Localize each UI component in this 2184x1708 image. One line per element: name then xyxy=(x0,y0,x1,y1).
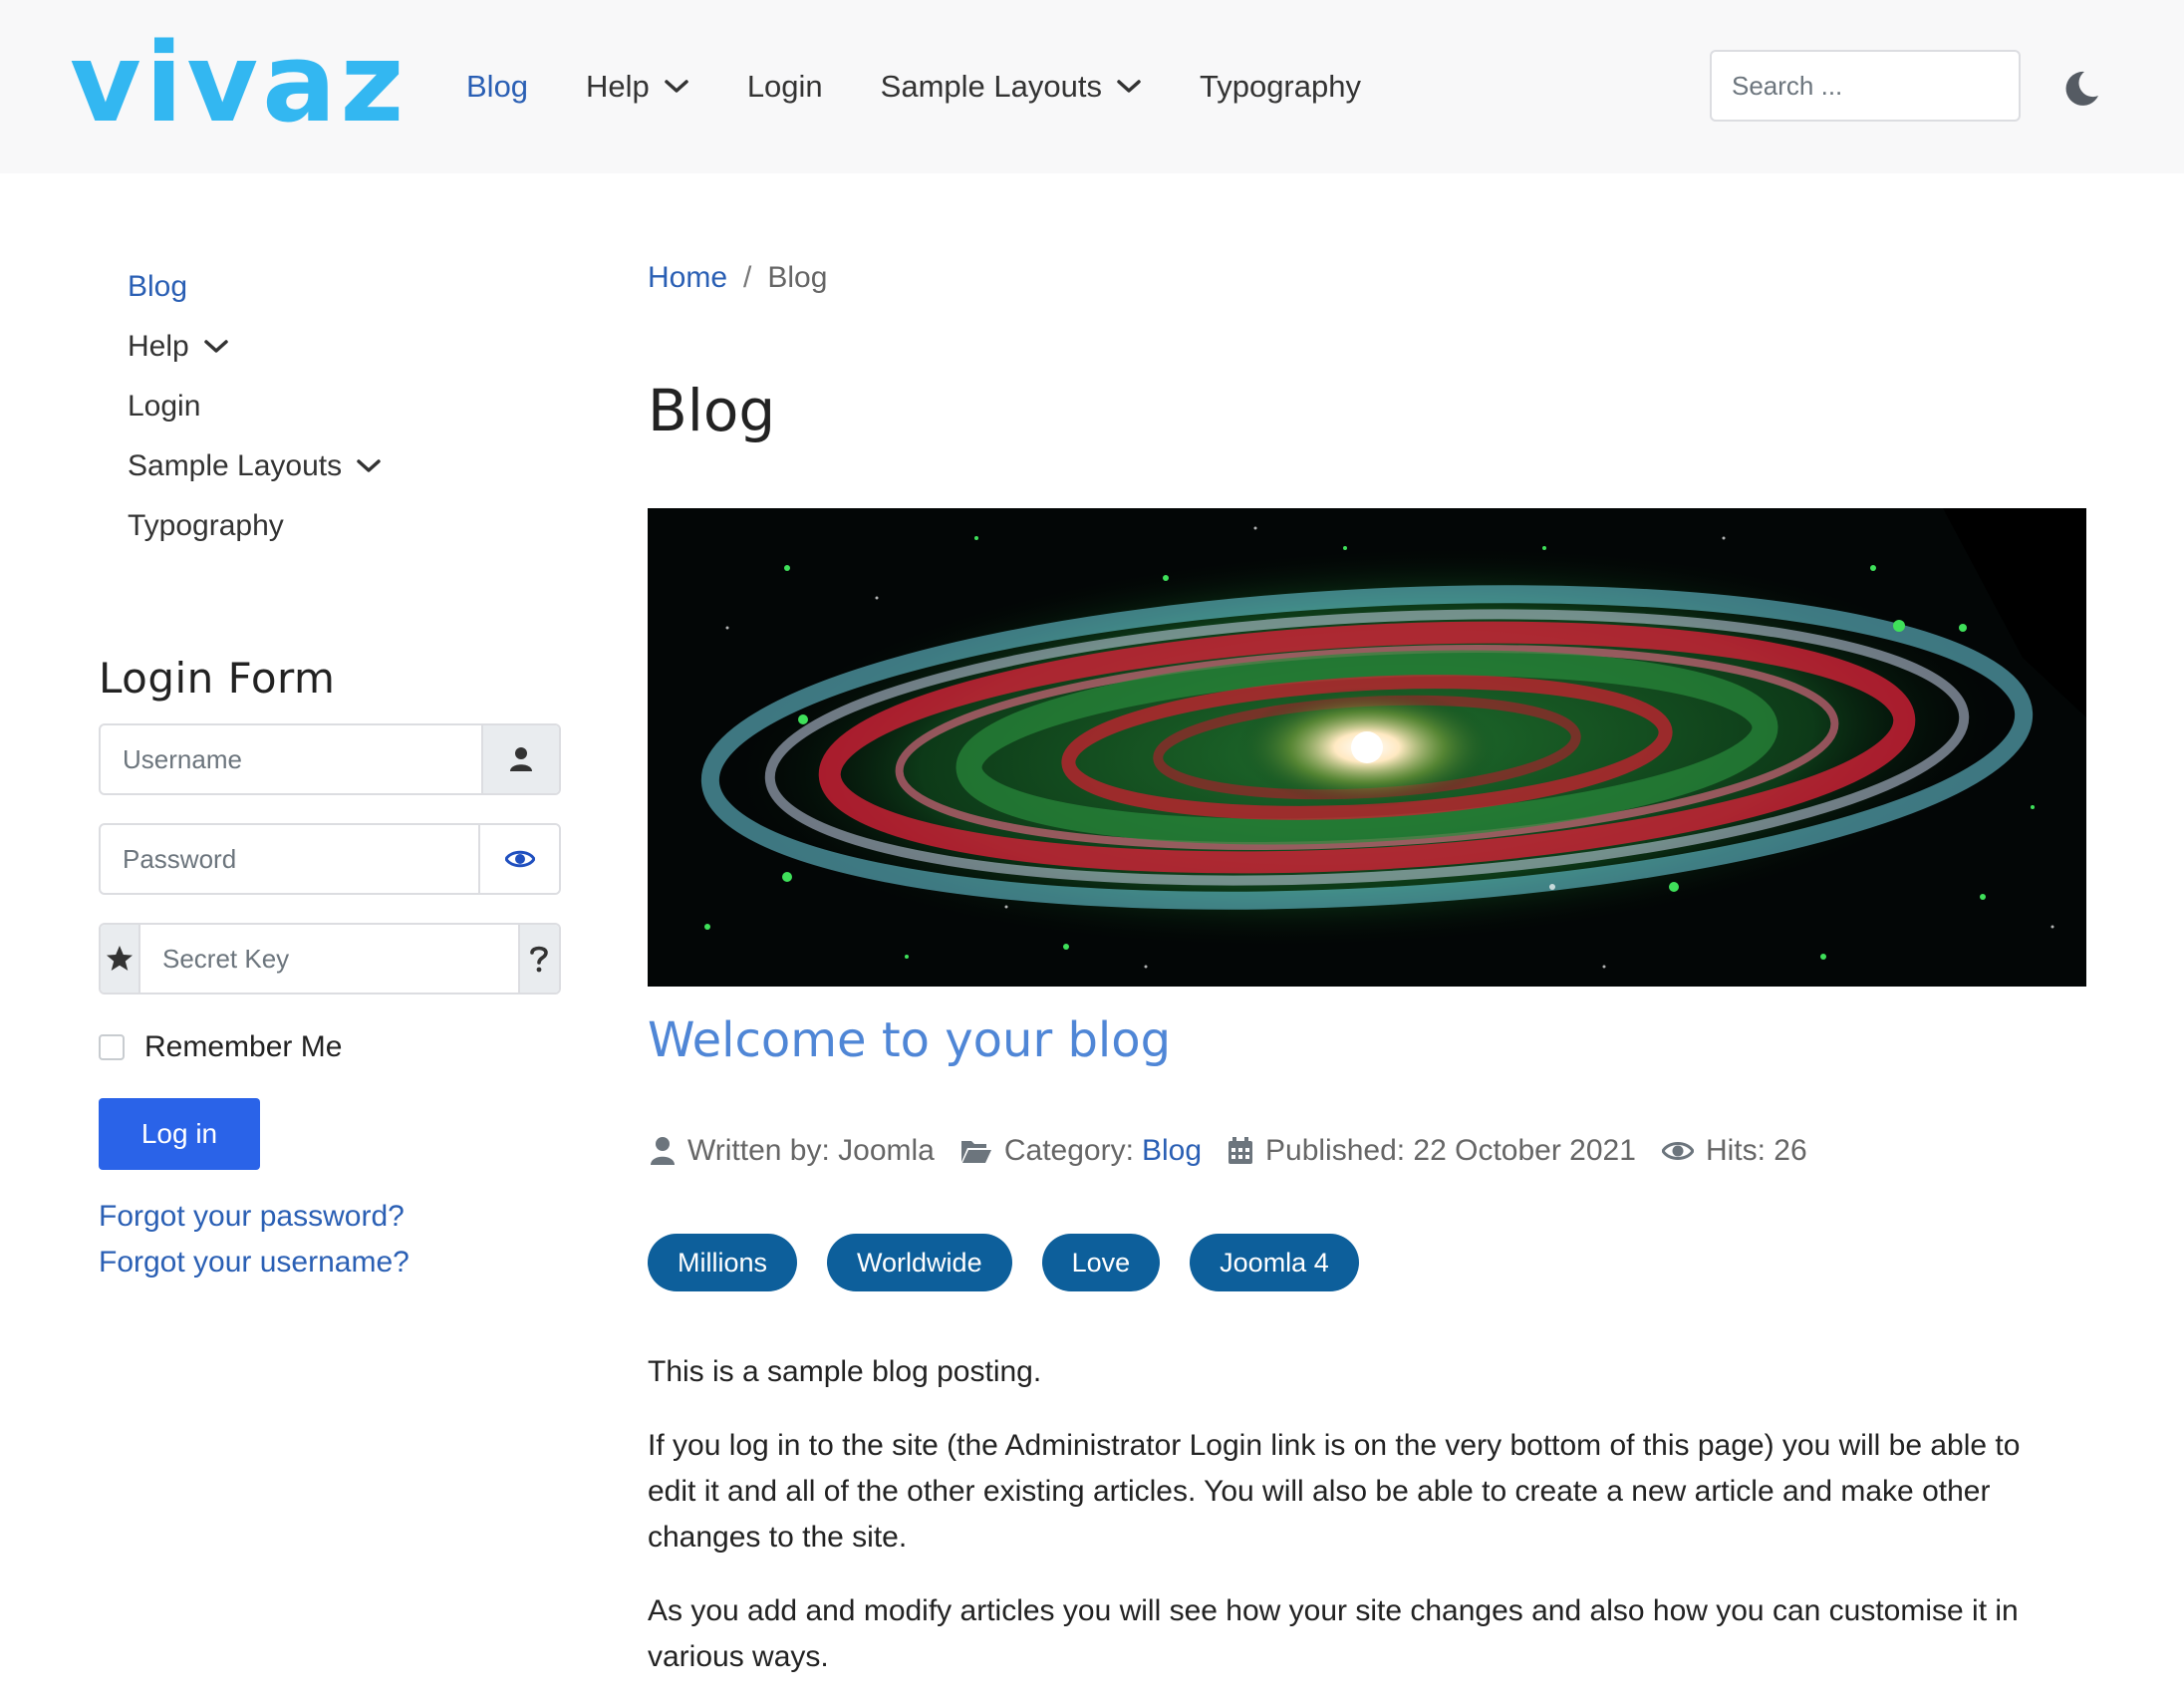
breadcrumb-current: Blog xyxy=(767,261,828,294)
star-icon xyxy=(106,946,133,971)
sidebar-item-label: Blog xyxy=(128,270,188,303)
chevron-down-icon xyxy=(1117,80,1141,93)
sidebar-item-login[interactable]: Login xyxy=(128,377,382,436)
show-password-button[interactable] xyxy=(478,825,559,893)
sidebar-item-blog[interactable]: Blog xyxy=(128,257,382,317)
question-icon xyxy=(530,946,549,973)
meta-published-text: Published: 22 October 2021 xyxy=(1265,1134,1636,1167)
forgot-username-link[interactable]: Forgot your username? xyxy=(99,1246,410,1280)
user-icon-addon xyxy=(481,725,559,793)
article-paragraph: As you add and modify articles you will … xyxy=(648,1594,2019,1673)
sidebar-item-help[interactable]: Help xyxy=(128,317,382,377)
site-header: vivaz Blog Help Login Sample Layouts Typ… xyxy=(0,0,2184,173)
tag-worldwide[interactable]: Worldwide xyxy=(827,1234,1012,1291)
remember-me-checkbox[interactable] xyxy=(99,1034,125,1060)
article-tags: Millions Worldwide Love Joomla 4 xyxy=(648,1234,1389,1291)
chevron-down-icon xyxy=(357,459,381,472)
sidebar-menu: Blog Help Login Sample Layouts Typograph… xyxy=(128,257,382,556)
user-icon xyxy=(651,1137,675,1165)
sidebar-item-typography[interactable]: Typography xyxy=(128,496,382,556)
chevron-down-icon xyxy=(203,340,228,353)
nav-item-label: Blog xyxy=(466,69,529,104)
meta-hits-text: Hits: 26 xyxy=(1705,1134,1807,1167)
meta-category-label: Category: xyxy=(1003,1134,1134,1167)
username-field-group xyxy=(99,723,561,795)
sidebar-item-label: Typography xyxy=(128,509,284,542)
meta-author: Written by: Joomla xyxy=(650,1134,935,1168)
article-paragraph: This is a sample blog posting. xyxy=(648,1355,1042,1388)
article-body: This is a sample blog posting. If you lo… xyxy=(648,1349,2062,1708)
nav-item-login[interactable]: Login xyxy=(747,69,823,105)
login-button[interactable]: Log in xyxy=(99,1098,260,1170)
site-logo[interactable]: vivaz xyxy=(70,28,408,138)
tag-joomla-4[interactable]: Joomla 4 xyxy=(1190,1234,1359,1291)
remember-me-label: Remember Me xyxy=(144,1030,343,1063)
secret-key-field-group xyxy=(99,923,561,995)
nav-item-blog[interactable]: Blog xyxy=(466,69,528,105)
meta-category-link[interactable]: Blog xyxy=(1142,1134,1202,1168)
eye-icon xyxy=(1661,1142,1694,1160)
calendar-icon xyxy=(1228,1137,1252,1164)
password-field-group xyxy=(99,823,561,895)
sidebar-item-label: Sample Layouts xyxy=(128,449,343,482)
article-paragraph: If you log in to the site (the Administr… xyxy=(648,1429,2021,1554)
top-navigation: Blog Help Login Sample Layouts Typograph… xyxy=(466,60,1419,114)
breadcrumb-separator: / xyxy=(743,261,752,294)
sidebar-item-sample-layouts[interactable]: Sample Layouts xyxy=(128,436,382,496)
nav-item-help[interactable]: Help xyxy=(586,69,689,105)
forgot-password-link[interactable]: Forgot your password? xyxy=(99,1200,405,1234)
meta-published: Published: 22 October 2021 xyxy=(1228,1134,1636,1168)
nav-item-label: Login xyxy=(746,69,823,104)
sidebar-item-label: Login xyxy=(128,390,201,423)
galaxy-hero-image xyxy=(648,508,2086,987)
folder-open-icon xyxy=(960,1141,991,1163)
username-input[interactable] xyxy=(101,725,481,793)
meta-category: Category: Blog xyxy=(960,1134,1202,1168)
nav-item-label: Help xyxy=(586,69,650,104)
remember-me: Remember Me xyxy=(99,1030,342,1064)
star-icon-addon xyxy=(101,925,140,993)
page-title: Blog xyxy=(648,377,776,444)
chevron-down-icon xyxy=(665,80,688,93)
search-input[interactable] xyxy=(1710,50,2021,122)
meta-hits: Hits: 26 xyxy=(1661,1134,1807,1168)
user-icon xyxy=(510,747,532,771)
nav-item-label: Typography xyxy=(1199,69,1361,104)
nav-item-label: Sample Layouts xyxy=(880,69,1102,104)
secret-key-input[interactable] xyxy=(139,925,518,993)
article-meta: Written by: Joomla Category: Blog Publis… xyxy=(650,1134,1833,1168)
tag-love[interactable]: Love xyxy=(1041,1234,1161,1291)
dark-mode-moon-icon[interactable] xyxy=(2060,68,2102,110)
eye-icon xyxy=(504,850,535,868)
password-input[interactable] xyxy=(101,825,478,893)
sidebar-item-label: Help xyxy=(128,330,189,363)
login-form-title: Login Form xyxy=(99,654,336,703)
breadcrumb: Home / Blog xyxy=(648,261,827,295)
article-title-link[interactable]: Welcome to your blog xyxy=(648,1012,1171,1068)
breadcrumb-home-link[interactable]: Home xyxy=(648,261,727,295)
nav-item-typography[interactable]: Typography xyxy=(1200,69,1361,105)
nav-item-sample-layouts[interactable]: Sample Layouts xyxy=(881,69,1142,105)
meta-author-text: Written by: Joomla xyxy=(687,1134,935,1167)
secret-key-help-button[interactable] xyxy=(517,925,559,993)
tag-millions[interactable]: Millions xyxy=(648,1234,798,1291)
